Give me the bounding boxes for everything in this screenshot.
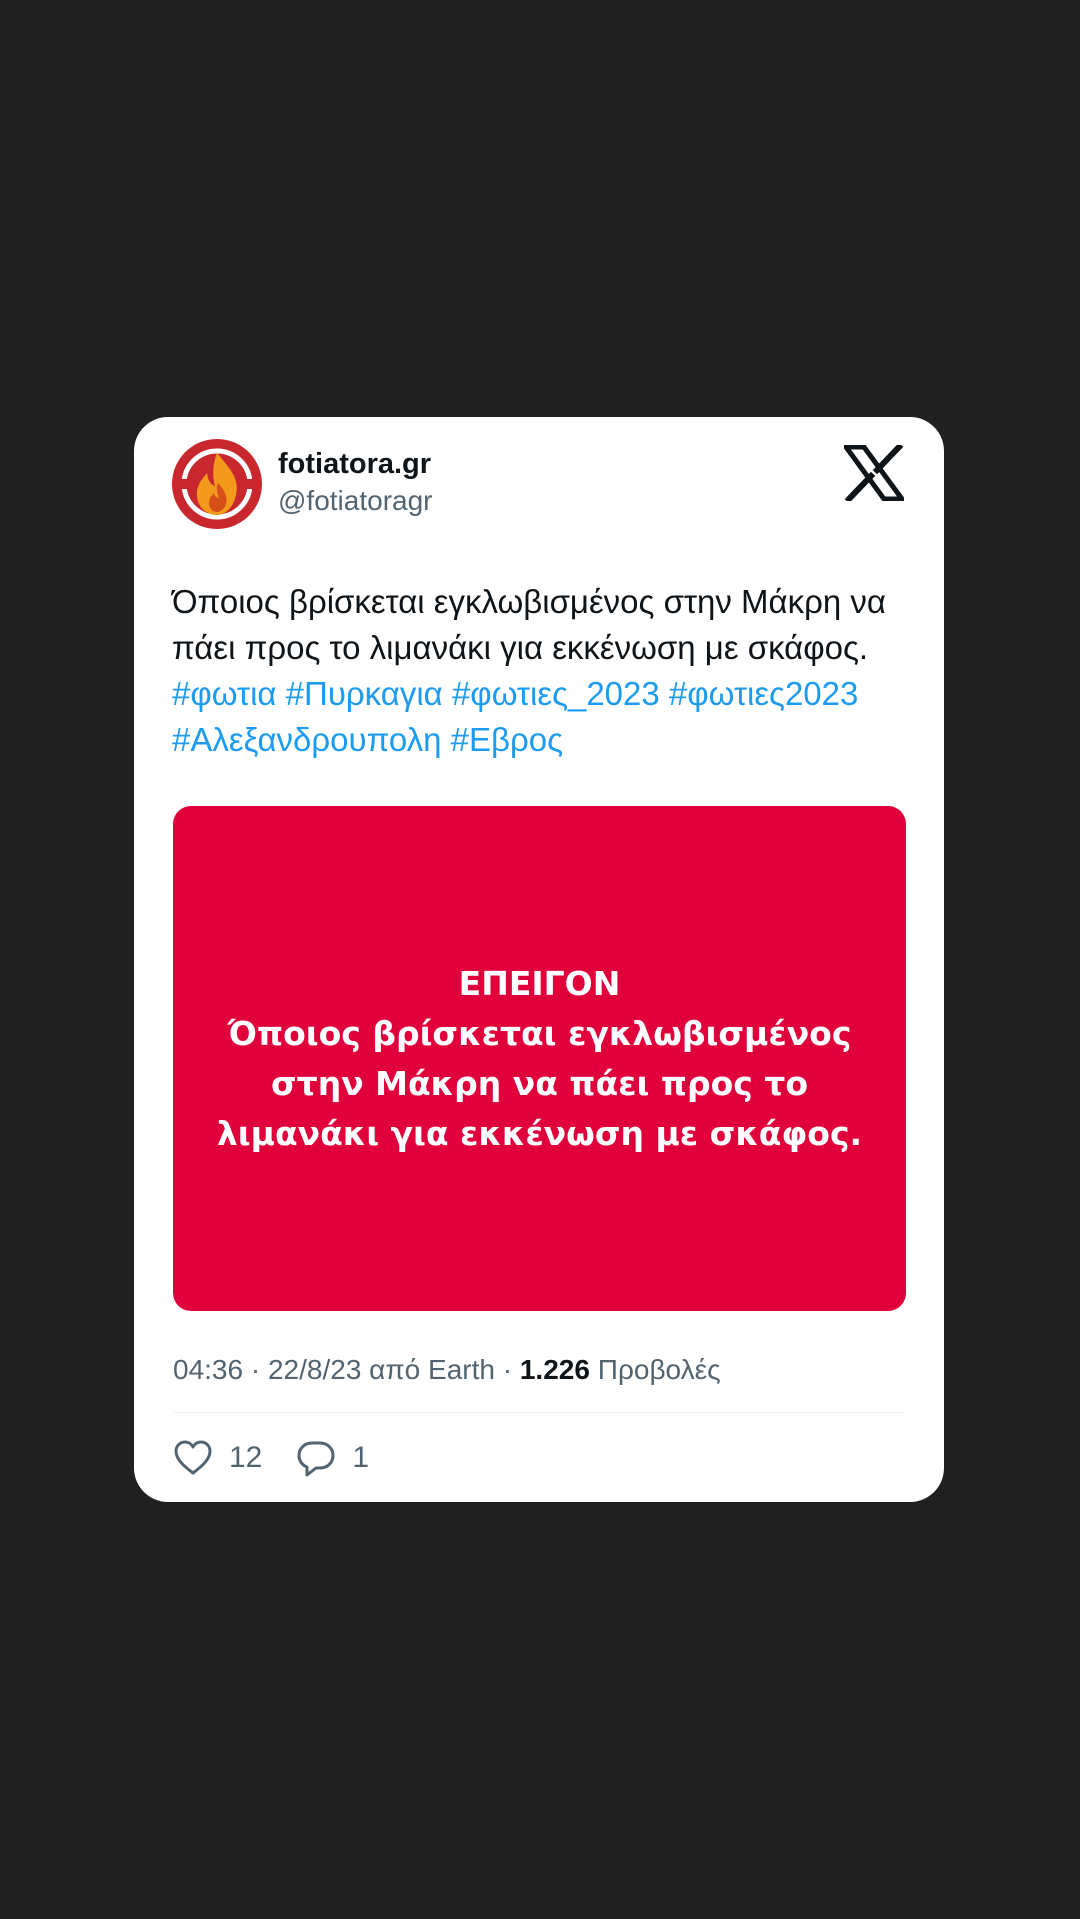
tweet-time[interactable]: 04:36 <box>173 1354 243 1385</box>
views-label: Προβολές <box>597 1354 721 1385</box>
fire-logo-icon <box>172 439 262 529</box>
meta-separator: · <box>502 1354 513 1385</box>
media-image[interactable]: ΕΠΕΙΓΟΝ Όποιος βρίσκεται εγκλωβισμένος σ… <box>173 806 906 1311</box>
media-text-line: στην Μάκρη να πάει προς το <box>270 1063 809 1103</box>
source-prefix: από <box>369 1354 421 1385</box>
tweet-source: Earth <box>428 1354 495 1385</box>
author-handle[interactable]: @fotiatoragr <box>278 484 433 518</box>
hashtag[interactable]: #Εβρος <box>451 721 563 758</box>
divider <box>173 1412 906 1413</box>
tweet-meta: 04:36 · 22/8/23 από Earth · 1.226 Προβολ… <box>173 1352 721 1388</box>
hashtag[interactable]: #φωτιες2023 <box>669 675 858 712</box>
heart-icon <box>174 1440 212 1475</box>
avatar[interactable] <box>172 439 262 529</box>
tweet-text: Όποιος βρίσκεται εγκλωβισμένος στην Μάκρ… <box>172 579 912 763</box>
media-text-line: λιμανάκι για εκκένωση με σκάφος. <box>216 1113 863 1153</box>
media-text-line: Όποιος βρίσκεται εγκλωβισμένος <box>227 1013 852 1053</box>
x-logo-icon[interactable] <box>841 442 907 504</box>
views-count: 1.226 <box>519 1354 590 1385</box>
author-display-name[interactable]: fotiatora.gr <box>278 447 431 481</box>
hashtag[interactable]: #φωτια <box>172 675 277 712</box>
speech-bubble-icon <box>297 1441 335 1477</box>
action-bar: 12 1 <box>173 1434 403 1482</box>
hashtag[interactable]: #φωτιες_2023 <box>452 675 660 712</box>
reply-count: 1 <box>352 1441 370 1474</box>
hashtag[interactable]: #Πυρκαγια <box>286 675 443 712</box>
meta-separator: · <box>250 1354 261 1385</box>
tweet-card: fotiatora.gr @fotiatoragr Όποιος βρίσκετ… <box>134 417 944 1502</box>
like-count: 12 <box>229 1441 263 1474</box>
tweet-body: Όποιος βρίσκεται εγκλωβισμένος στην Μάκρ… <box>172 583 886 666</box>
like-button[interactable]: 12 <box>173 1438 262 1478</box>
hashtag[interactable]: #Αλεξανδρουπολη <box>172 721 441 758</box>
reply-button[interactable]: 1 <box>296 1438 369 1478</box>
tweet-date[interactable]: 22/8/23 <box>268 1354 361 1385</box>
media-text-line: ΕΠΕΙΓΟΝ <box>458 963 621 1003</box>
